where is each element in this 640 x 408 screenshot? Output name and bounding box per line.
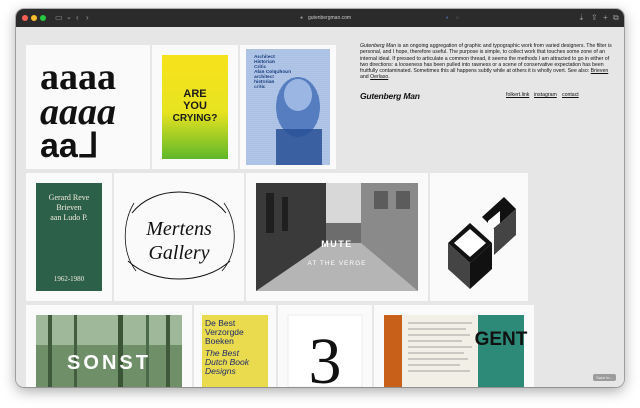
svg-text:Boeken: Boeken xyxy=(205,336,234,346)
svg-text:SONST: SONST xyxy=(67,352,151,374)
tile-aaaa-typeface[interactable]: aaaa aaaa aaᒧ xyxy=(26,45,150,169)
sonst-forest-poster: SONST xyxy=(36,315,182,387)
site-description: Gutenberg Man is an ongoing aggregation … xyxy=(360,43,612,81)
tile-mertens-gallery[interactable]: Mertens Gallery xyxy=(114,173,244,301)
tabs-icon[interactable]: ⧉ xyxy=(613,12,619,24)
svg-text:CRYING?: CRYING? xyxy=(173,113,218,124)
svg-text:Mertens: Mertens xyxy=(145,218,212,240)
nav-contact[interactable]: contact xyxy=(562,92,579,98)
three-poster: 3 xyxy=(287,314,363,387)
svg-text:1962-1980: 1962-1980 xyxy=(54,275,85,283)
are-you-crying-poster: ARE YOU CRYING? xyxy=(162,55,228,159)
mute-photo-poster: MUTE AT THE VERGE xyxy=(256,183,418,291)
link-brieven[interactable]: Brieven xyxy=(591,68,609,74)
svg-text:YOU: YOU xyxy=(183,100,207,112)
svg-text:Brieven: Brieven xyxy=(56,203,81,212)
tile-best-dutch-book-designs[interactable]: De Best Verzorgde Boeken The Best Dutch … xyxy=(194,305,276,387)
gerard-reve-book: Gerard Reve Brieven aan Ludo P. 1962-198… xyxy=(36,183,102,291)
close-window-button[interactable] xyxy=(22,15,28,21)
tile-are-you-crying[interactable]: ARE YOU CRYING? xyxy=(152,45,238,169)
extension-icon[interactable]: ◌ xyxy=(456,12,459,24)
svg-text:MUTE: MUTE xyxy=(321,239,353,249)
zoom-window-button[interactable] xyxy=(40,15,46,21)
back-icon[interactable]: ‹ xyxy=(76,12,79,24)
page-content: aaaa aaaa aaᒧ ARE YOU CRYING? Architect … xyxy=(16,27,624,387)
tile-number-three[interactable]: 3 xyxy=(278,305,372,387)
browser-window: ▭ ⌄ ‹ › ● gutenbergman.com ◐ ◌ ⇣ ⇪ + ⧉ a… xyxy=(16,9,624,387)
architect-book-cover: Architect Historian Critic Alan Colquhou… xyxy=(246,49,330,165)
mertens-gallery-logo: Mertens Gallery xyxy=(124,191,235,280)
svg-text:critic: critic xyxy=(254,84,266,90)
privacy-icon[interactable]: ◐ xyxy=(446,12,449,24)
svg-text:AT THE VERGE: AT THE VERGE xyxy=(308,260,367,267)
link-oerlaso[interactable]: Oerlaso xyxy=(370,74,388,80)
svg-text:ARE: ARE xyxy=(183,88,206,100)
nav-instagram[interactable]: instagram xyxy=(534,92,557,98)
svg-text:aaᒧ: aaᒧ xyxy=(40,127,99,165)
tile-sonst[interactable]: SONST xyxy=(26,305,192,387)
tile-architect-historian-critic[interactable]: Architect Historian Critic Alan Colquhou… xyxy=(240,45,336,169)
minimize-window-button[interactable] xyxy=(31,15,37,21)
nav-folkert-link[interactable]: folkert.link xyxy=(506,92,529,98)
chevron-down-icon[interactable]: ⌄ xyxy=(66,12,72,24)
tile-mute-at-the-verge[interactable]: MUTE AT THE VERGE xyxy=(246,173,428,301)
gent-poster: GENT xyxy=(384,315,528,387)
best-dutch-book-cover: De Best Verzorgde Boeken The Best Dutch … xyxy=(202,315,268,387)
site-title[interactable]: Gutenberg Man xyxy=(360,91,420,101)
tile-gerard-reve[interactable]: Gerard Reve Brieven aan Ludo P. 1962-198… xyxy=(26,173,112,301)
forward-icon[interactable]: › xyxy=(86,12,89,24)
tile-gent[interactable]: GENT xyxy=(374,305,534,387)
svg-text:GENT: GENT xyxy=(475,329,528,350)
tile-ar-dimensional[interactable]: ar xyxy=(430,173,528,301)
aaaa-artwork: aaaa aaaa aaᒧ xyxy=(40,56,116,165)
sidebar-icon[interactable]: ▭ xyxy=(55,12,63,24)
ar-3d-letters: ar xyxy=(448,197,516,296)
svg-text:Designs: Designs xyxy=(205,366,236,376)
save-badge[interactable]: Save to... xyxy=(593,374,616,381)
share-icon[interactable]: ⇪ xyxy=(591,12,598,24)
new-tab-icon[interactable]: + xyxy=(603,12,608,24)
browser-toolbar: ▭ ⌄ ‹ › ● gutenbergman.com ◐ ◌ ⇣ ⇪ + ⧉ xyxy=(16,9,624,27)
lock-icon: ● xyxy=(300,15,304,21)
svg-text:ar: ar xyxy=(479,294,481,296)
address-bar[interactable]: gutenbergman.com xyxy=(308,12,351,24)
svg-text:Gallery: Gallery xyxy=(148,242,209,264)
svg-text:Gerard Reve: Gerard Reve xyxy=(49,193,90,202)
svg-text:3: 3 xyxy=(309,325,342,387)
download-icon[interactable]: ⇣ xyxy=(578,12,585,24)
svg-text:aan Ludo P.: aan Ludo P. xyxy=(50,213,88,222)
